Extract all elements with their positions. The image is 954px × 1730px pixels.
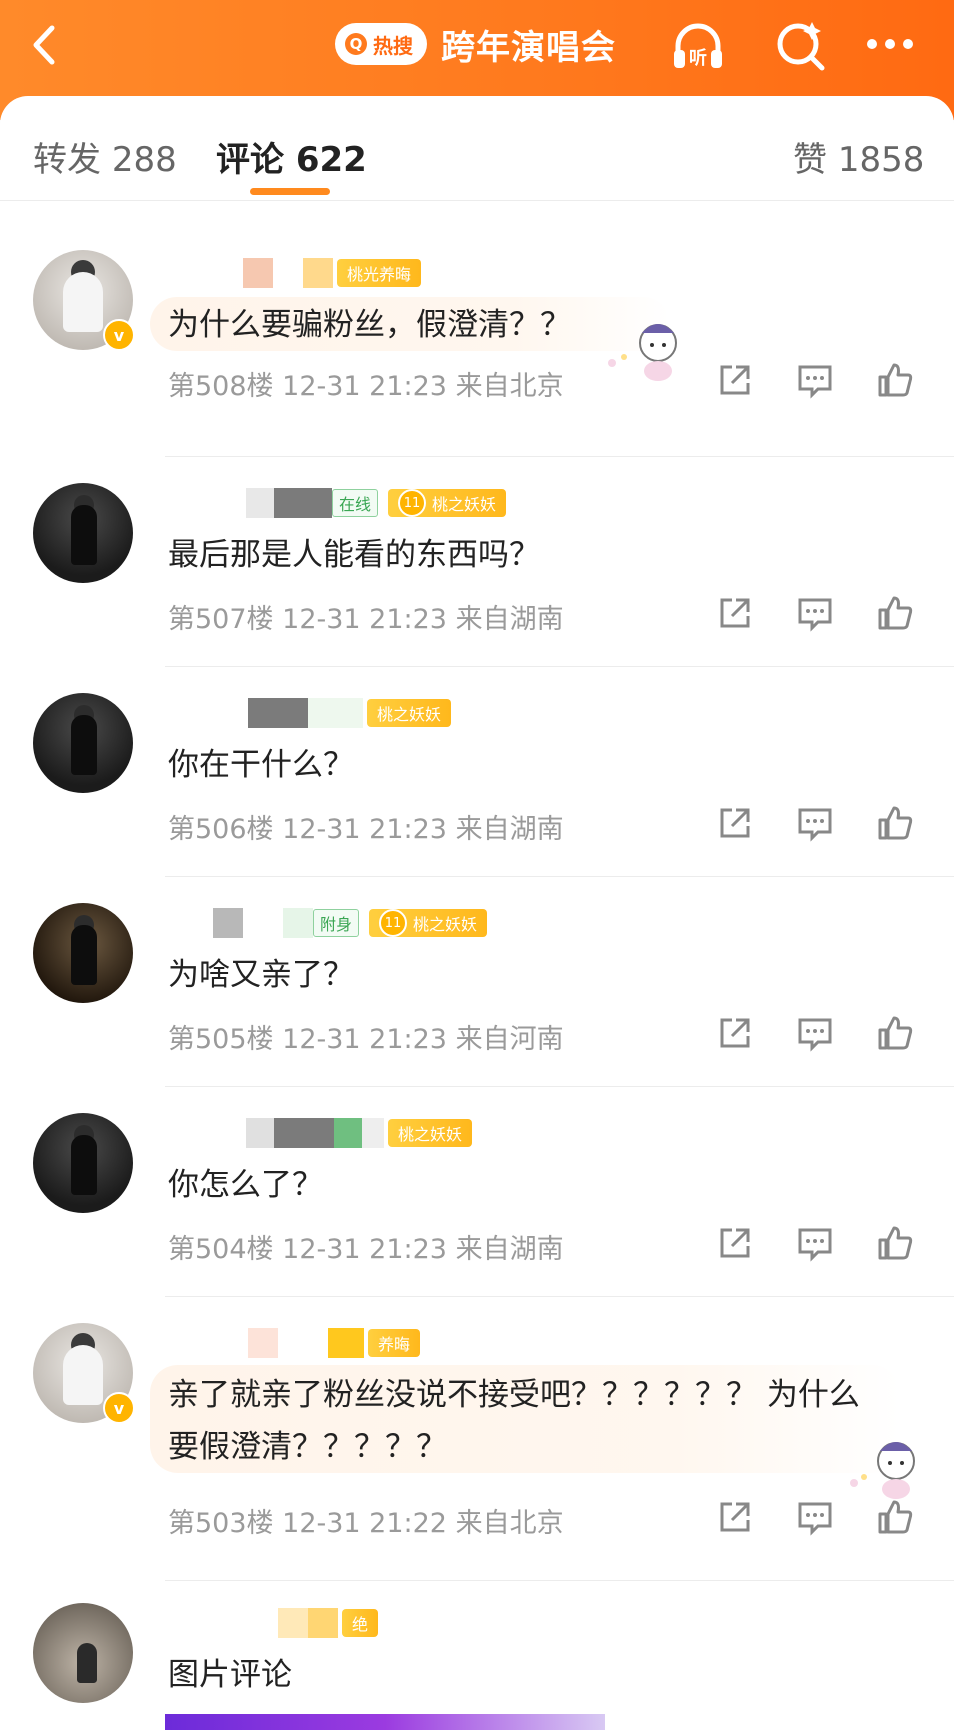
comment-actions (716, 594, 914, 632)
fan-badge[interactable]: 11 桃之妖妖 (369, 909, 488, 937)
user-name[interactable]: 附身 11 桃之妖妖 (168, 907, 488, 939)
comment-meta: 第505楼 12-31 21:23 来自河南 (168, 1024, 564, 1055)
active-tab-indicator (250, 188, 330, 195)
title-area[interactable]: Q 热搜 跨年演唱会 (335, 18, 616, 70)
listen-label: 听 (689, 47, 707, 69)
avatar[interactable] (33, 1113, 133, 1213)
tab-comments[interactable]: 评论 622 (216, 132, 367, 181)
comment-item: 在线 11 桃之妖妖 最后那是人能看的东西吗？ 第507楼 12-31 21:23… (0, 457, 954, 667)
share-icon[interactable] (716, 1224, 754, 1262)
user-name[interactable]: 养晦 (168, 1327, 421, 1359)
like-icon[interactable] (876, 804, 914, 842)
avatar[interactable] (33, 693, 133, 793)
search-icon[interactable] (772, 18, 832, 74)
comment-item: 绝 图片评论 (0, 1581, 954, 1730)
comment-text: 图片评论 (168, 1657, 292, 1693)
comment-text-line1: 亲了就亲了粉丝没说不接受吧？？？？？？ 为什么 (168, 1377, 860, 1413)
comment-text: 你怎么了？ (168, 1167, 323, 1203)
comment-actions (716, 1014, 914, 1052)
comment-meta: 第504楼 12-31 21:23 来自湖南 (168, 1234, 564, 1265)
comment-text: 为什么要骗粉丝，假澄清？？ (168, 307, 571, 343)
comment-meta: 第506楼 12-31 21:23 来自湖南 (168, 814, 564, 845)
listen-icon[interactable]: 听 (668, 18, 728, 74)
comment-meta: 第503楼 12-31 21:22 来自北京 (168, 1508, 564, 1539)
share-icon[interactable] (716, 1498, 754, 1536)
user-tag: 附身 (313, 909, 360, 937)
more-icon[interactable] (862, 18, 922, 74)
share-icon[interactable] (716, 1014, 754, 1052)
comment-item: v 桃光养晦 为什么要骗粉丝，假澄清？？ 第508楼 12-31 21:23 来… (0, 201, 954, 457)
comment-actions (716, 1224, 914, 1262)
comment-icon[interactable] (796, 361, 834, 399)
comment-item: 桃之妖妖 你在干什么？ 第506楼 12-31 21:23 来自湖南 (0, 667, 954, 877)
avatar[interactable] (33, 903, 133, 1003)
user-name[interactable]: 桃之妖妖 (168, 1117, 473, 1149)
like-icon[interactable] (876, 1224, 914, 1262)
share-icon[interactable] (716, 804, 754, 842)
comment-text: 为啥又亲了？ (168, 957, 354, 993)
hot-search-label: 热搜 (373, 33, 413, 58)
back-icon[interactable] (22, 20, 72, 70)
comment-icon[interactable] (796, 1014, 834, 1052)
search-icon: Q (345, 33, 367, 55)
user-name[interactable]: 桃之妖妖 (168, 697, 452, 729)
comment-text: 你在干什么？ (168, 747, 354, 783)
like-icon[interactable] (876, 361, 914, 399)
fan-badge[interactable]: 绝 (342, 1609, 379, 1637)
comment-icon[interactable] (796, 594, 834, 632)
user-tag: 在线 (332, 489, 379, 517)
comment-meta: 第507楼 12-31 21:23 来自湖南 (168, 604, 564, 635)
user-name[interactable]: 桃光养晦 (168, 257, 422, 289)
comment-actions (716, 361, 914, 399)
hot-search-pill[interactable]: Q 热搜 (335, 23, 427, 65)
like-icon[interactable] (876, 1014, 914, 1052)
avatar[interactable] (33, 1603, 133, 1703)
comment-icon[interactable] (796, 1224, 834, 1262)
like-icon[interactable] (876, 1498, 914, 1536)
fan-badge[interactable]: 11 桃之妖妖 (388, 489, 507, 517)
comment-text-line2: 要假澄清？？？？？ (168, 1429, 447, 1465)
verified-icon: v (103, 319, 135, 351)
fan-badge[interactable]: 养晦 (368, 1329, 421, 1357)
comment-text: 最后那是人能看的东西吗？ (168, 537, 540, 573)
page-title: 跨年演唱会 (441, 27, 616, 68)
comment-item: v 养晦 亲了就亲了粉丝没说不接受吧？？？？？？ 为什么 要假澄清？？？？？ 第… (0, 1297, 954, 1581)
like-icon[interactable] (876, 594, 914, 632)
fan-badge[interactable]: 桃之妖妖 (388, 1119, 473, 1147)
comment-item: 附身 11 桃之妖妖 为啥又亲了？ 第505楼 12-31 21:23 来自河南 (0, 877, 954, 1087)
share-icon[interactable] (716, 594, 754, 632)
tab-reposts[interactable]: 转发 288 (33, 132, 177, 181)
avatar[interactable] (33, 483, 133, 583)
tab-bar: 转发 288 评论 622 赞 1858 (0, 96, 954, 201)
user-name[interactable]: 绝 (168, 1607, 379, 1639)
comment-item: 桃之妖妖 你怎么了？ 第504楼 12-31 21:23 来自湖南 (0, 1087, 954, 1297)
fan-badge[interactable]: 桃光养晦 (337, 259, 422, 287)
fan-badge[interactable]: 桃之妖妖 (367, 699, 452, 727)
comment-actions (716, 1498, 914, 1536)
comment-list[interactable]: v 桃光养晦 为什么要骗粉丝，假澄清？？ 第508楼 12-31 21:23 来… (0, 201, 954, 1730)
mascot-sticker-icon (608, 324, 677, 381)
tab-likes[interactable]: 赞 1858 (793, 132, 924, 181)
user-name[interactable]: 在线 11 桃之妖妖 (168, 487, 507, 519)
mascot-sticker-icon (850, 1442, 915, 1499)
comment-icon[interactable] (796, 1498, 834, 1536)
comment-actions (716, 804, 914, 842)
comment-meta: 第508楼 12-31 21:23 来自北京 (168, 371, 564, 402)
image-comment-thumbnail[interactable] (165, 1714, 605, 1730)
verified-icon: v (103, 1392, 135, 1424)
comment-icon[interactable] (796, 804, 834, 842)
share-icon[interactable] (716, 361, 754, 399)
